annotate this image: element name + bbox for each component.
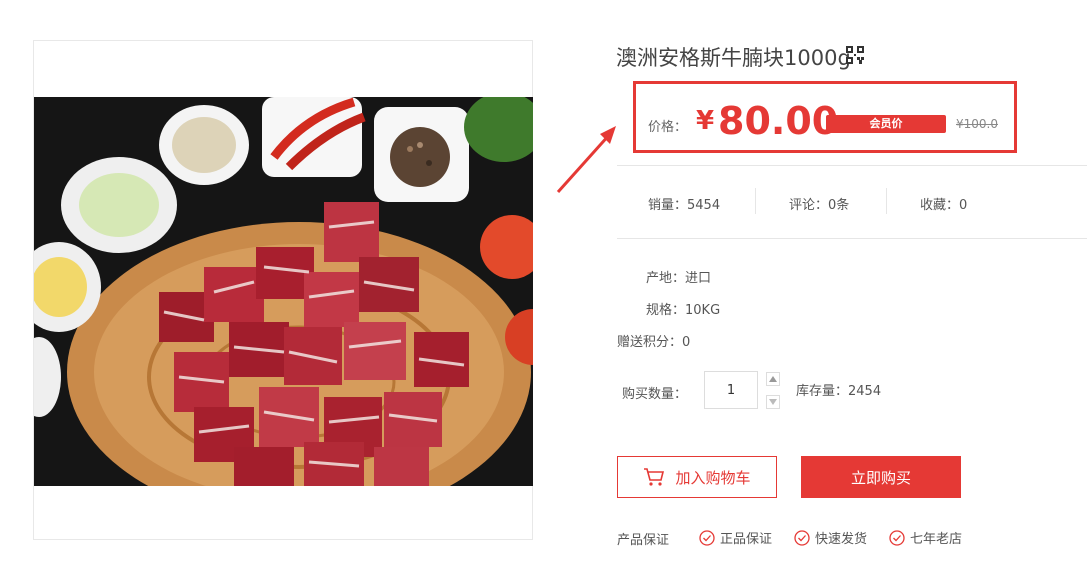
stat-separator: [886, 188, 887, 214]
quantity-decrease-button[interactable]: [766, 395, 780, 409]
add-to-cart-button[interactable]: 加入购物车: [617, 456, 777, 498]
sales-count: 销量：5454: [648, 198, 721, 213]
check-circle-icon: [794, 529, 810, 546]
qr-code-icon[interactable]: [846, 46, 864, 64]
origin-info: 产地：进口: [646, 271, 712, 286]
stock-info: 库存量：2454: [796, 384, 882, 399]
buy-now-button[interactable]: 立即购买: [801, 456, 961, 498]
divider: [617, 165, 1087, 166]
cart-icon: [644, 468, 665, 486]
arrow-annotation: [556, 126, 616, 194]
product-photo-graphic: [34, 97, 533, 486]
caret-up-icon: [769, 376, 777, 382]
price-currency: ¥: [696, 106, 715, 136]
product-photo[interactable]: [34, 97, 533, 486]
favorite-count[interactable]: 收藏：0: [920, 194, 967, 213]
product-title: 澳洲安格斯牛腩块1000g: [616, 46, 851, 70]
add-to-cart-label: 加入购物车: [675, 468, 751, 487]
quantity-increase-button[interactable]: [766, 372, 780, 386]
check-circle-icon: [699, 529, 715, 546]
guarantee-item: 正品保证: [699, 528, 772, 547]
check-circle-icon: [889, 529, 905, 546]
original-price: ¥100.0: [956, 117, 998, 131]
guarantee-label: 产品保证: [617, 533, 670, 548]
quantity-label: 购买数量：: [622, 387, 688, 402]
review-count[interactable]: 评论：0条: [789, 194, 849, 213]
guarantee-text: 快速发货: [815, 532, 868, 547]
points-info: 赠送积分：0: [617, 335, 691, 350]
price-label: 价格：: [648, 120, 688, 135]
caret-down-icon: [769, 399, 777, 405]
member-price-badge: 会员价: [826, 115, 946, 133]
buy-now-label: 立即购买: [850, 468, 911, 487]
quantity-input[interactable]: 1: [704, 371, 758, 409]
guarantee-item: 七年老店: [889, 528, 962, 547]
spec-info: 规格：10KG: [646, 303, 721, 318]
guarantee-text: 七年老店: [910, 532, 963, 547]
divider: [617, 238, 1087, 239]
guarantee-item: 快速发货: [794, 528, 867, 547]
stat-separator: [755, 188, 756, 214]
current-price: 80.00: [718, 99, 839, 143]
guarantee-text: 正品保证: [720, 532, 773, 547]
